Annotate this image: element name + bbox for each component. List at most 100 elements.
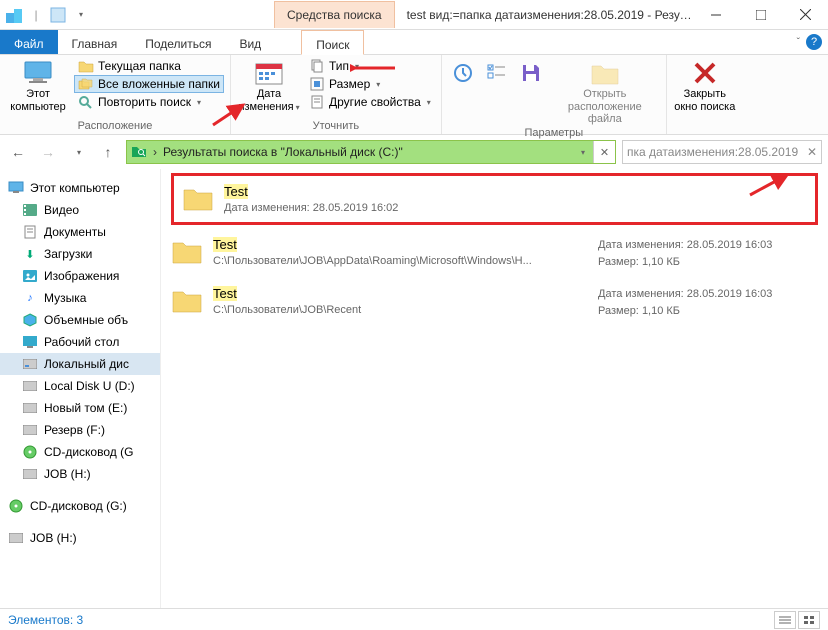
nav-desktop[interactable]: Рабочий стол — [0, 331, 160, 353]
type-button[interactable]: Тип — [305, 57, 435, 75]
nav-new-volume-label: Новый том (E:) — [44, 401, 127, 415]
nav-new-volume[interactable]: Новый том (E:) — [0, 397, 160, 419]
ribbon-collapse-icon[interactable]: ˇ — [797, 37, 800, 48]
forward-button[interactable]: → — [36, 140, 60, 164]
size-label: Размер — [329, 77, 370, 91]
help-icon[interactable]: ? — [806, 34, 822, 50]
open-file-location-label: Открыть расположение файла — [550, 88, 660, 126]
advanced-options-button[interactable] — [482, 57, 512, 87]
recent-searches-button[interactable] — [448, 57, 478, 87]
minimize-button[interactable] — [693, 0, 738, 29]
date-modified-button[interactable]: Дата изменения — [237, 57, 301, 113]
nav-cd-g2-label: CD-дисковод (G:) — [30, 499, 127, 513]
folder-icon — [78, 58, 94, 74]
nav-documents-label: Документы — [44, 225, 106, 239]
tab-home[interactable]: Главная — [58, 30, 132, 54]
navigation-pane: Этот компьютер Видео Документы ⬇ Загрузки… — [0, 169, 161, 608]
result-size-label: Размер: — [598, 305, 639, 317]
open-file-location-button[interactable]: Открыть расположение файла — [550, 57, 660, 126]
current-folder-button[interactable]: Текущая папка — [74, 57, 224, 75]
nav-this-pc[interactable]: Этот компьютер — [0, 177, 160, 199]
size-button[interactable]: Размер — [305, 75, 435, 93]
stop-button[interactable]: ✕ — [593, 141, 615, 163]
group-close-title — [673, 119, 737, 134]
result-item[interactable]: Test C:\Пользователи\JOB\Recent Дата изм… — [163, 278, 826, 327]
type-label: Тип — [329, 59, 349, 73]
maximize-button[interactable] — [738, 0, 783, 29]
nav-reserve-label: Резерв (F:) — [44, 423, 105, 437]
search-folder-icon — [131, 144, 147, 161]
qat-sep-icon: | — [26, 5, 46, 25]
address-dropdown[interactable] — [571, 141, 593, 163]
result-size-value: 1,10 КБ — [642, 256, 680, 268]
result-item[interactable]: Test Дата изменения: 28.05.2019 16:02 — [171, 173, 818, 225]
nav-local-disk-u-label: Local Disk U (D:) — [44, 379, 135, 393]
folder-icon — [171, 237, 203, 265]
download-icon: ⬇ — [22, 246, 38, 262]
result-date-label: Дата изменения: — [598, 288, 684, 300]
nav-documents[interactable]: Документы — [0, 221, 160, 243]
address-bar[interactable]: › Результаты поиска в "Локальный диск (C… — [126, 140, 616, 164]
ribbon-tabs: Файл Главная Поделиться Вид Поиск ˇ ? — [0, 30, 828, 55]
search-input[interactable]: пка датаизменения:28.05.2019 ✕ — [622, 140, 822, 164]
open-location-icon — [589, 59, 621, 87]
nav-cd-g2[interactable]: CD-дисковод (G:) — [0, 495, 160, 517]
nav-job-h2[interactable]: JOB (H:) — [0, 527, 160, 549]
qat-dropdown-icon[interactable] — [70, 5, 90, 25]
nav-downloads[interactable]: ⬇ Загрузки — [0, 243, 160, 265]
clear-search-icon[interactable]: ✕ — [807, 145, 817, 159]
folders-icon — [78, 76, 94, 92]
calendar-icon — [253, 59, 285, 87]
breadcrumb-sep-icon: › — [147, 145, 163, 159]
save-search-button[interactable] — [516, 57, 546, 87]
ribbon: Этот компьютер Текущая папка Все вложенн… — [0, 55, 828, 135]
body: Этот компьютер Видео Документы ⬇ Загрузки… — [0, 169, 828, 608]
nav-pictures[interactable]: Изображения — [0, 265, 160, 287]
tab-file[interactable]: Файл — [0, 30, 58, 54]
nav-downloads-label: Загрузки — [44, 247, 92, 261]
close-x-icon — [689, 59, 721, 87]
nav-3dobjects[interactable]: Объемные объ — [0, 309, 160, 331]
result-item[interactable]: Test C:\Пользователи\JOB\AppData\Roaming… — [163, 229, 826, 278]
all-subfolders-button[interactable]: Все вложенные папки — [74, 75, 224, 93]
search-text: пка датаизменения:28.05.2019 — [627, 145, 798, 159]
qat-properties-icon[interactable] — [48, 5, 68, 25]
back-button[interactable]: ← — [6, 140, 30, 164]
close-button[interactable] — [783, 0, 828, 29]
all-subfolders-label: Все вложенные папки — [98, 77, 220, 91]
window-title: test вид:=папка датаизменения:28.05.2019… — [395, 8, 693, 22]
search-again-icon — [78, 94, 94, 110]
tab-share[interactable]: Поделиться — [131, 30, 225, 54]
nav-reserve[interactable]: Резерв (F:) — [0, 419, 160, 441]
nav-cd-g[interactable]: CD-дисковод (G — [0, 441, 160, 463]
up-button[interactable]: ↑ — [96, 140, 120, 164]
view-toggle — [774, 611, 820, 629]
repeat-search-button[interactable]: Повторить поиск — [74, 93, 224, 111]
tab-view[interactable]: Вид — [225, 30, 275, 54]
result-date-value: 28.05.2019 16:02 — [313, 202, 399, 214]
status-bar: Элементов: 3 — [0, 608, 828, 630]
nav-local-disk-u[interactable]: Local Disk U (D:) — [0, 375, 160, 397]
tab-search[interactable]: Поиск — [301, 30, 364, 55]
disk-icon — [22, 422, 38, 438]
close-search-button[interactable]: Закрыть окно поиска — [673, 57, 737, 113]
nav-video[interactable]: Видео — [0, 199, 160, 221]
type-icon — [309, 58, 325, 74]
result-size-value: 1,10 КБ — [642, 305, 680, 317]
recent-icon — [447, 59, 479, 87]
nav-local-disk-c[interactable]: Локальный дис — [0, 353, 160, 375]
nav-music[interactable]: ♪Музыка — [0, 287, 160, 309]
nav-local-disk-c-label: Локальный дис — [44, 357, 129, 371]
details-view-button[interactable] — [774, 611, 796, 629]
document-icon — [22, 224, 38, 240]
history-dropdown[interactable] — [66, 140, 90, 164]
icons-view-button[interactable] — [798, 611, 820, 629]
picture-icon — [22, 268, 38, 284]
nav-job-h[interactable]: JOB (H:) — [0, 463, 160, 485]
cube-icon — [22, 312, 38, 328]
this-pc-button[interactable]: Этот компьютер — [6, 57, 70, 113]
result-date-label: Дата изменения: — [224, 202, 310, 214]
this-pc-label: Этот компьютер — [6, 88, 70, 113]
other-properties-button[interactable]: Другие свойства — [305, 93, 435, 111]
folder-icon — [171, 286, 203, 314]
